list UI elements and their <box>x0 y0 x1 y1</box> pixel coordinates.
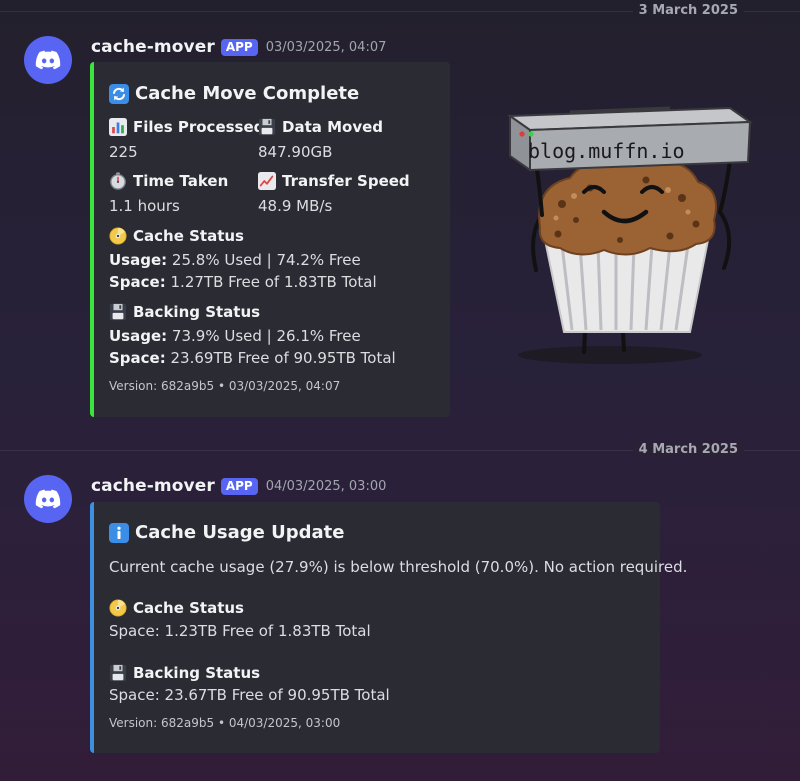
message-header: cache-mover APP 03/03/2025, 04:07 <box>91 37 386 57</box>
cache-space-line: Space: 1.23TB Free of 1.83TB Total <box>109 622 371 640</box>
bot-avatar[interactable] <box>24 475 72 523</box>
field-time-taken-value: 1.1 hours <box>109 197 180 215</box>
message-timestamp[interactable]: 03/03/2025, 04:07 <box>266 40 387 55</box>
backing-space-line: Space: 23.69TB Free of 90.95TB Total <box>109 349 396 367</box>
field-name-text: Cache Status <box>133 599 244 617</box>
field-data-moved-name: Data Moved <box>258 118 383 136</box>
field-name-text: Backing Status <box>133 303 261 321</box>
embed-title: Cache Move Complete <box>109 83 359 104</box>
message-timestamp[interactable]: 04/03/2025, 03:00 <box>266 479 387 494</box>
field-data-moved-value: 847.90GB <box>258 143 333 161</box>
field-name-text: Cache Status <box>133 227 244 245</box>
cache-usage-line: Usage: 25.8% Used | 74.2% Free <box>109 251 361 269</box>
backing-status-name: Backing Status <box>109 303 260 321</box>
field-name-text: Backing Status <box>133 664 261 682</box>
field-time-taken-name: Time Taken <box>109 172 228 190</box>
backing-usage-line: Usage: 73.9% Used | 26.1% Free <box>109 327 361 345</box>
discord-logo-icon <box>34 46 62 74</box>
app-badge: APP <box>220 38 258 56</box>
usage-value: 25.8% Used | 74.2% Free <box>171 251 361 269</box>
embed-cache-usage: Cache Usage Update Current cache usage (… <box>90 502 687 753</box>
backing-space-line: Space: 23.67TB Free of 90.95TB Total <box>109 686 390 704</box>
info-icon <box>109 523 129 543</box>
author-name[interactable]: cache-mover <box>91 37 215 57</box>
dvd-icon <box>109 227 127 245</box>
space-value: 23.69TB Free of 90.95TB Total <box>170 349 396 367</box>
usage-label: Usage: <box>109 327 168 345</box>
space-value: 1.27TB Free of 1.83TB Total <box>170 273 377 291</box>
bar-chart-icon <box>109 118 127 136</box>
field-name-text: Files Processed <box>133 118 265 136</box>
embed-accent-bar <box>90 62 94 417</box>
space-label: Space: <box>109 349 166 367</box>
field-name-text: Transfer Speed <box>282 172 410 190</box>
field-transfer-speed-name: Transfer Speed <box>258 172 410 190</box>
space-label: Space: <box>109 273 166 291</box>
date-divider-label: 4 March 2025 <box>632 442 744 457</box>
cache-status-name: Cache Status <box>109 227 244 245</box>
app-badge: APP <box>220 477 258 495</box>
floppy-disk-icon <box>258 118 276 136</box>
discord-logo-icon <box>34 485 62 513</box>
field-name-text: Time Taken <box>133 172 229 190</box>
message-header: cache-mover APP 04/03/2025, 03:00 <box>91 476 386 496</box>
field-files-processed-name: Files Processed <box>109 118 264 136</box>
stopwatch-icon <box>109 172 127 190</box>
cache-status-name: Cache Status <box>109 599 244 617</box>
author-name[interactable]: cache-mover <box>91 476 215 496</box>
usage-label: Usage: <box>109 251 168 269</box>
field-name-text: Data Moved <box>282 118 384 136</box>
usage-value: 73.9% Used | 26.1% Free <box>171 327 361 345</box>
chart-increasing-icon <box>258 172 276 190</box>
embed-title-text: Cache Usage Update <box>135 522 345 543</box>
embed-footer: Version: 682a9b5 • 03/03/2025, 04:07 <box>109 379 341 393</box>
field-transfer-speed-value: 48.9 MB/s <box>258 197 333 215</box>
embed-cache-move: Cache Move Complete Files Processed 225 … <box>90 62 450 417</box>
floppy-disk-icon <box>109 303 127 321</box>
dvd-icon <box>109 599 127 617</box>
date-divider-label: 3 March 2025 <box>632 3 744 18</box>
embed-title: Cache Usage Update <box>109 522 345 543</box>
floppy-disk-icon <box>109 664 127 682</box>
cache-space-line: Space: 1.27TB Free of 1.83TB Total <box>109 273 377 291</box>
embed-accent-bar <box>90 502 94 753</box>
embed-title-text: Cache Move Complete <box>135 83 360 104</box>
muffin-mascot-icon: blog.muffn.io <box>506 106 754 364</box>
field-files-processed-value: 225 <box>109 143 138 161</box>
bot-avatar[interactable] <box>24 36 72 84</box>
embed-thumbnail[interactable]: blog.muffn.io <box>500 100 760 370</box>
embed-description: Current cache usage (27.9%) is below thr… <box>109 558 688 576</box>
backing-status-name: Backing Status <box>109 664 260 682</box>
thumbnail-text: blog.muffn.io <box>528 139 685 163</box>
refresh-icon <box>109 84 129 104</box>
embed-footer: Version: 682a9b5 • 04/03/2025, 03:00 <box>109 716 341 730</box>
